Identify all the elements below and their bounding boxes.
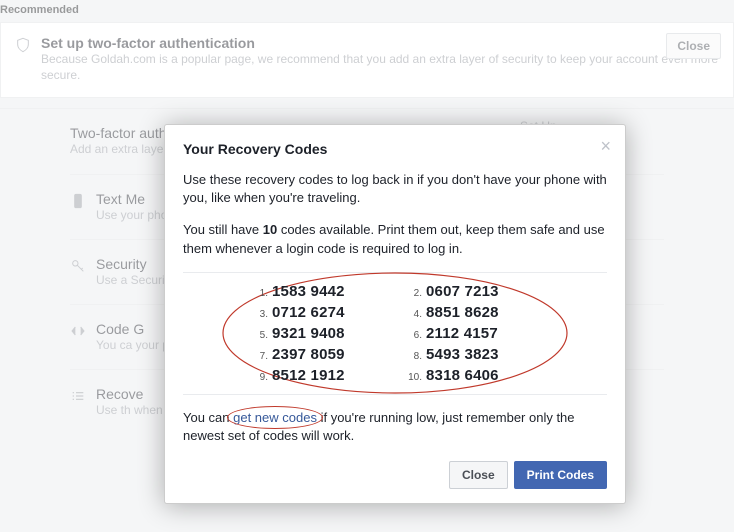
code-index: 3. xyxy=(250,309,268,320)
recovery-code: 8. 5493 3823 xyxy=(404,344,540,365)
code-index: 7. xyxy=(250,351,268,362)
code-value: 8851 8628 xyxy=(426,304,499,321)
code-value: 9321 9408 xyxy=(272,325,345,342)
modal-getnew: You can get new codes if you're running … xyxy=(183,409,607,445)
close-icon[interactable]: × xyxy=(600,137,611,155)
code-index: 8. xyxy=(404,351,422,362)
recovery-code: 9. 8512 1912 xyxy=(250,365,386,386)
modal-title: Your Recovery Codes xyxy=(183,141,607,157)
recovery-code: 1. 1583 9442 xyxy=(250,281,386,302)
code-value: 0712 6274 xyxy=(272,304,345,321)
code-value: 2112 4157 xyxy=(426,325,498,342)
code-value: 0607 7213 xyxy=(426,283,499,300)
print-codes-button[interactable]: Print Codes xyxy=(514,461,607,489)
recovery-code: 3. 0712 6274 xyxy=(250,302,386,323)
code-value: 2397 8059 xyxy=(272,346,345,363)
code-value: 8318 6406 xyxy=(426,367,499,384)
recovery-code: 6. 2112 4157 xyxy=(404,323,540,344)
code-index: 4. xyxy=(404,309,422,320)
get-new-codes-link[interactable]: get new codes xyxy=(233,410,317,425)
code-index: 10. xyxy=(404,372,422,383)
modal-available: You still have 10 codes available. Print… xyxy=(183,221,607,257)
recovery-code: 10. 8318 6406 xyxy=(404,365,540,386)
code-index: 2. xyxy=(404,288,422,299)
recovery-code: 2. 0607 7213 xyxy=(404,281,540,302)
recovery-code: 4. 8851 8628 xyxy=(404,302,540,323)
code-index: 6. xyxy=(404,330,422,341)
code-index: 9. xyxy=(250,372,268,383)
code-index: 5. xyxy=(250,330,268,341)
modal-close-button[interactable]: Close xyxy=(449,461,508,489)
code-index: 1. xyxy=(250,288,268,299)
codes-container: 1. 1583 9442 2. 0607 7213 3. 0712 6274 4. 8851 … xyxy=(183,272,607,395)
recovery-code: 5. 9321 9408 xyxy=(250,323,386,344)
modal-intro: Use these recovery codes to log back in … xyxy=(183,171,607,207)
code-value: 8512 1912 xyxy=(272,367,345,384)
code-value: 1583 9442 xyxy=(272,283,345,300)
recovery-codes-modal: Your Recovery Codes × Use these recovery… xyxy=(164,124,626,504)
recovery-code: 7. 2397 8059 xyxy=(250,344,386,365)
code-value: 5493 3823 xyxy=(426,346,499,363)
